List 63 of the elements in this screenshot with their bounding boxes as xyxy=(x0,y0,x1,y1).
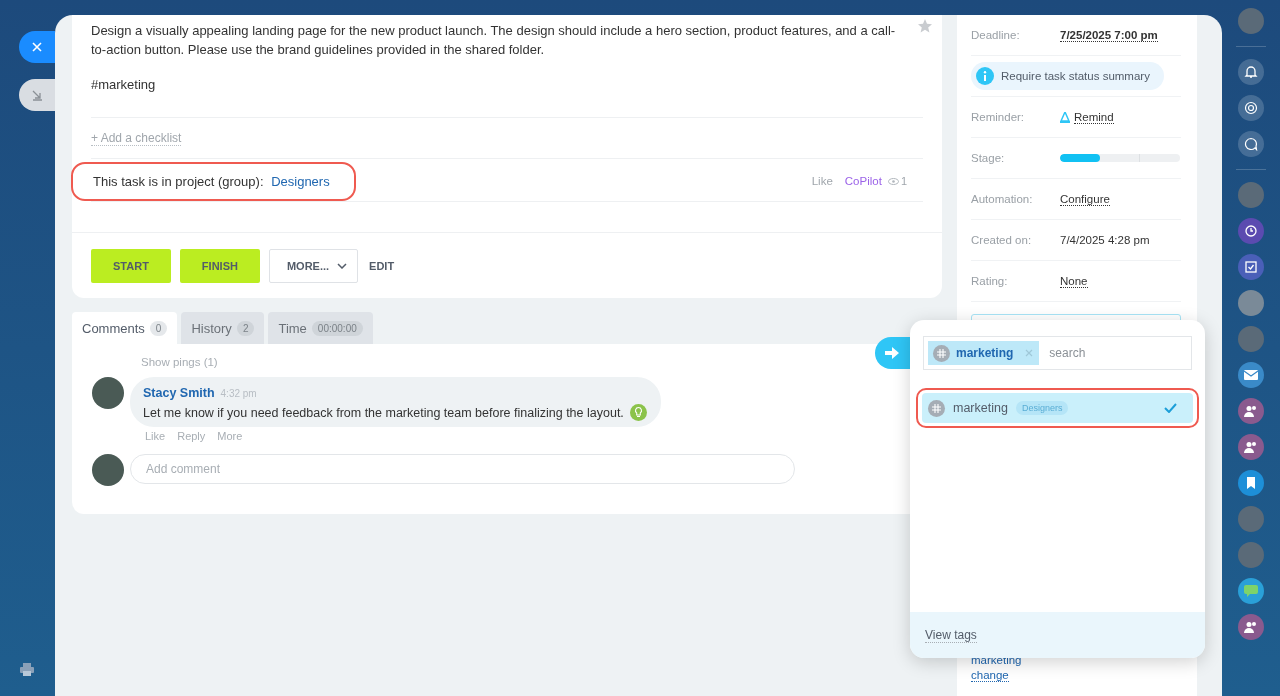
bookmark-icon[interactable] xyxy=(1238,470,1264,496)
sidebar-tag[interactable]: marketing xyxy=(971,654,1181,666)
tab[interactable]: History 2 xyxy=(181,312,265,344)
tag-option[interactable]: marketing Designers xyxy=(916,388,1199,428)
task-tag[interactable]: #marketing xyxy=(91,77,923,92)
project-info: This task is in project (group): Designers xyxy=(71,161,356,201)
target-icon[interactable] xyxy=(1238,95,1264,121)
lightbulb-icon xyxy=(629,404,647,421)
action-button[interactable]: FINISH xyxy=(179,249,260,283)
caret-icon xyxy=(337,263,348,269)
view-count: 1 xyxy=(900,175,907,187)
field-label: Rating: xyxy=(971,275,1009,287)
avatar-photo xyxy=(92,454,124,486)
tag-chip[interactable]: marketing xyxy=(928,341,1040,365)
comment-author[interactable]: Stacy Smith xyxy=(143,386,215,400)
clock-icon[interactable] xyxy=(1238,218,1264,244)
field-link[interactable]: 7/25/2025 7:00 pm xyxy=(1060,28,1158,42)
project-link[interactable]: Designers xyxy=(271,173,330,189)
comment-text: Let me know if you need feedback from the marketing team before finalizing the layout. xyxy=(143,405,624,420)
arrow-icon xyxy=(885,347,899,359)
close-button[interactable] xyxy=(19,31,55,63)
status-summary-notice: Require task status summary xyxy=(971,62,1164,90)
field-label: Stage: xyxy=(971,152,1006,164)
tag-search-field[interactable]: marketing search xyxy=(923,336,1192,370)
task-icon[interactable] xyxy=(1238,254,1264,280)
tag-name: marketing xyxy=(953,401,1008,415)
remind-link[interactable]: Remind xyxy=(1074,110,1114,124)
hash-icon xyxy=(928,399,945,417)
edit-button[interactable]: EDIT xyxy=(367,260,397,272)
field-label: Reminder: xyxy=(971,111,1026,123)
task-description: Design a visually appealing landing page for the new product launch. The design should include a hero section, product features, and a call-to-action button. Please use the brand guidelines provided in the shared folder. xyxy=(91,22,897,59)
info-icon xyxy=(976,67,994,85)
comment-field[interactable]: Add comment xyxy=(130,454,795,484)
people-icon[interactable] xyxy=(1238,434,1264,460)
star-icon[interactable] xyxy=(918,19,932,33)
hash-icon xyxy=(933,344,950,362)
people-icon[interactable] xyxy=(1238,614,1264,640)
field-label: Created on: xyxy=(971,234,1033,246)
tab[interactable]: Comments 0 xyxy=(72,312,178,344)
notifications-icon[interactable] xyxy=(1238,59,1264,85)
chat-icon[interactable] xyxy=(1238,131,1264,157)
check-icon xyxy=(1164,403,1177,413)
view-tags-link[interactable]: View tags xyxy=(925,627,977,643)
tab[interactable]: Time 00:00:00 xyxy=(268,312,373,344)
minimize-button[interactable] xyxy=(19,79,55,111)
printer-icon[interactable] xyxy=(20,663,34,676)
field-label: Deadline: xyxy=(971,29,1021,41)
field-label: Automation: xyxy=(971,193,1034,205)
more-dropdown[interactable]: MORE... xyxy=(268,249,359,283)
minimize-icon xyxy=(31,89,43,101)
eye-icon xyxy=(887,177,899,185)
mail-icon[interactable] xyxy=(1238,362,1264,388)
messages-icon[interactable] xyxy=(1238,578,1264,604)
project-badge: Designers xyxy=(1015,401,1069,415)
avatar-photo xyxy=(92,377,124,409)
change-link[interactable]: change xyxy=(971,669,1009,682)
action-button[interactable]: START xyxy=(91,249,171,283)
field-value: 7/4/2025 4:28 pm xyxy=(1060,234,1150,246)
field-link[interactable]: None xyxy=(1060,274,1088,288)
field-link[interactable]: Configure xyxy=(1060,192,1110,206)
close-icon xyxy=(32,42,42,52)
copilot-link[interactable]: CoPilot xyxy=(844,175,882,187)
people-icon[interactable] xyxy=(1238,398,1264,424)
